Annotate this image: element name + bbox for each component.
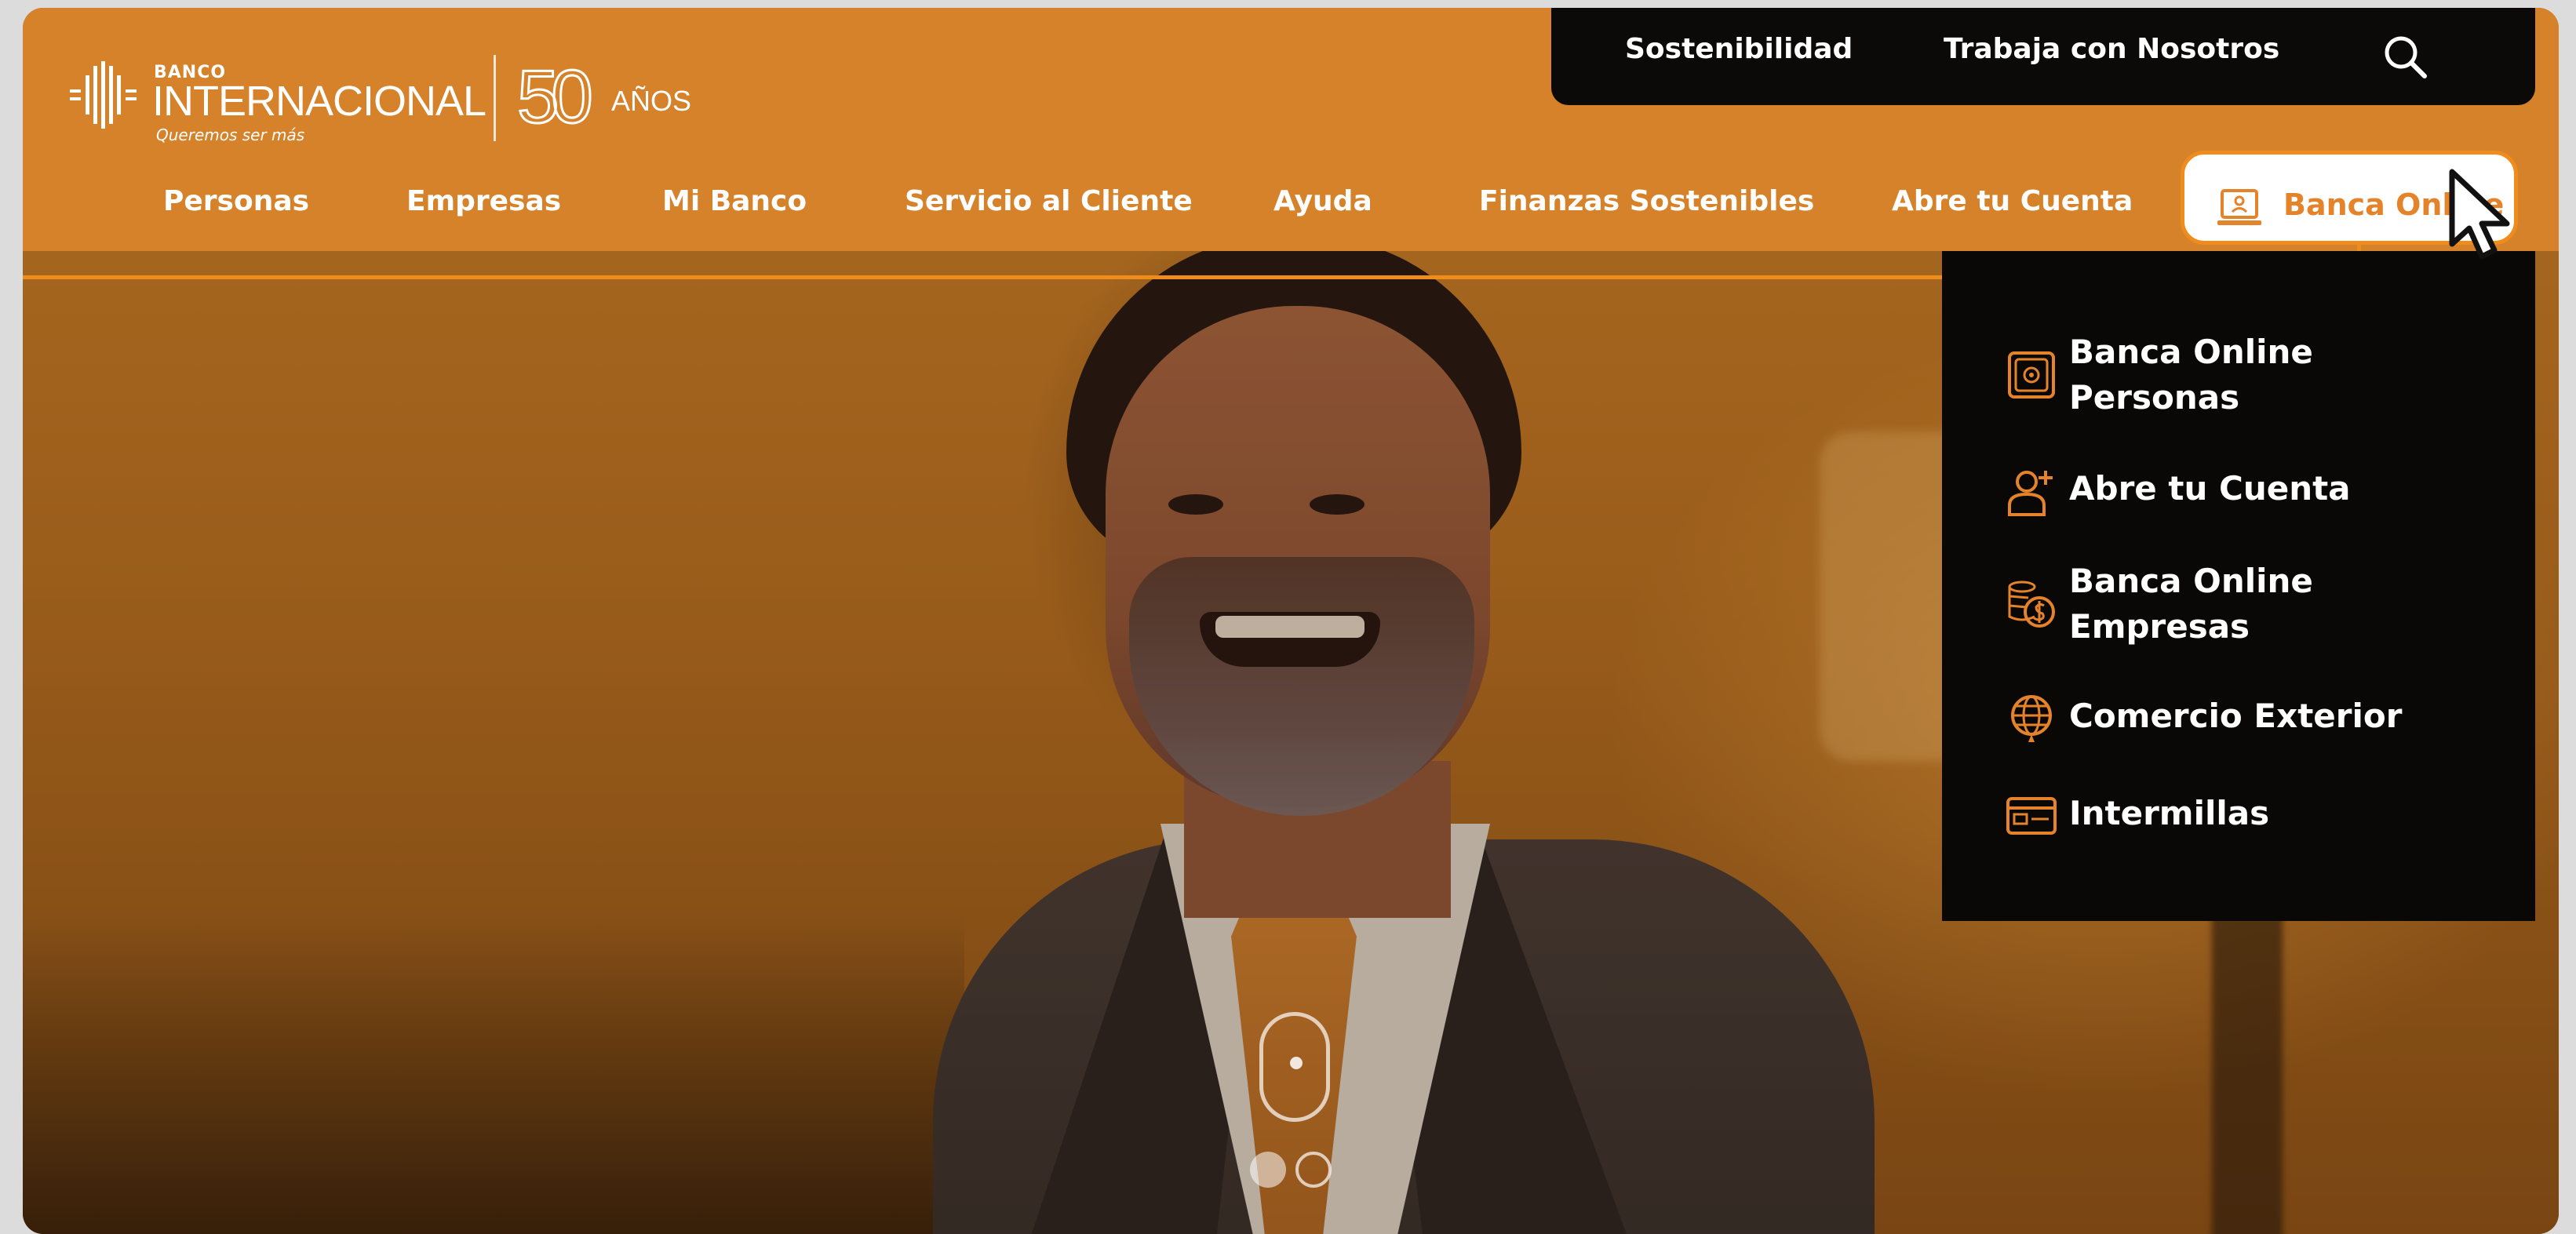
dropdown-item-intermillas[interactable]: Intermillas xyxy=(2005,789,2507,844)
utility-link-sostenibilidad[interactable]: Sostenibilidad xyxy=(1625,33,1853,65)
utility-bar: Sostenibilidad Trabaja con Nosotros xyxy=(1551,8,2535,105)
anniversary-word: AÑOS xyxy=(611,85,692,117)
utility-link-trabaja[interactable]: Trabaja con Nosotros xyxy=(1944,33,2279,65)
laptop-user-icon xyxy=(2217,189,2261,225)
nav-ayuda[interactable]: Ayuda xyxy=(1273,185,1372,217)
nav-empresas[interactable]: Empresas xyxy=(406,185,561,217)
dropdown-item-label: Banca Online xyxy=(2069,333,2313,371)
dropdown-item-label: Intermillas xyxy=(2069,794,2270,832)
dropdown-item-banca-online-empresas[interactable]: Banca Online Empresas xyxy=(2005,559,2507,653)
carousel-dot-1[interactable] xyxy=(1250,1152,1286,1188)
mouse-cursor-icon xyxy=(2449,169,2510,260)
dropdown-item-comercio-exterior[interactable]: Comercio Exterior xyxy=(2005,692,2507,747)
safe-icon xyxy=(2008,351,2055,399)
globe-icon xyxy=(2011,695,2052,742)
dropdown-item-label: Banca Online xyxy=(2069,562,2313,600)
nav-abre-tu-cuenta[interactable]: Abre tu Cuenta xyxy=(1892,185,2133,217)
dropdown-item-label: Comercio Exterior xyxy=(2069,697,2403,735)
dropdown-item-abre-tu-cuenta[interactable]: Abre tu Cuenta xyxy=(2005,464,2507,519)
bank-logo-mark-icon xyxy=(70,61,137,129)
search-icon[interactable] xyxy=(2381,33,2428,80)
anniversary-number: 50 xyxy=(516,55,595,139)
site-header: BANCO INTERNACIONAL Queremos ser más 50 … xyxy=(23,8,2559,251)
dropdown-item-label: Abre tu Cuenta xyxy=(2069,469,2351,508)
page-frame: BANCO INTERNACIONAL Queremos ser más 50 … xyxy=(23,8,2559,1234)
nav-servicio-al-cliente[interactable]: Servicio al Cliente xyxy=(905,185,1193,217)
dropdown-item-label-line2: Empresas xyxy=(2069,607,2250,646)
add-user-icon xyxy=(2008,471,2053,516)
dropdown-item-banca-online-personas[interactable]: Banca Online Personas xyxy=(2005,329,2507,424)
brand-name: INTERNACIONAL xyxy=(152,78,486,125)
scroll-indicator-dot xyxy=(1290,1057,1303,1069)
logo-divider xyxy=(494,55,496,141)
carousel-dot-2[interactable] xyxy=(1295,1152,1332,1188)
nav-personas[interactable]: Personas xyxy=(163,185,309,217)
card-icon xyxy=(2006,797,2057,835)
nav-mi-banco[interactable]: Mi Banco xyxy=(662,185,807,217)
brand-tagline: Queremos ser más xyxy=(156,126,305,144)
brand-logo[interactable]: BANCO INTERNACIONAL Queremos ser más 50 … xyxy=(70,53,691,147)
coins-icon xyxy=(2008,581,2055,628)
nav-finanzas-sostenibles[interactable]: Finanzas Sostenibles xyxy=(1479,185,1814,217)
scroll-indicator[interactable] xyxy=(1259,1012,1330,1122)
dropdown-item-label-line2: Personas xyxy=(2069,378,2240,417)
banca-online-dropdown: Banca Online Personas Abre tu Cuenta Ban… xyxy=(1942,251,2535,921)
